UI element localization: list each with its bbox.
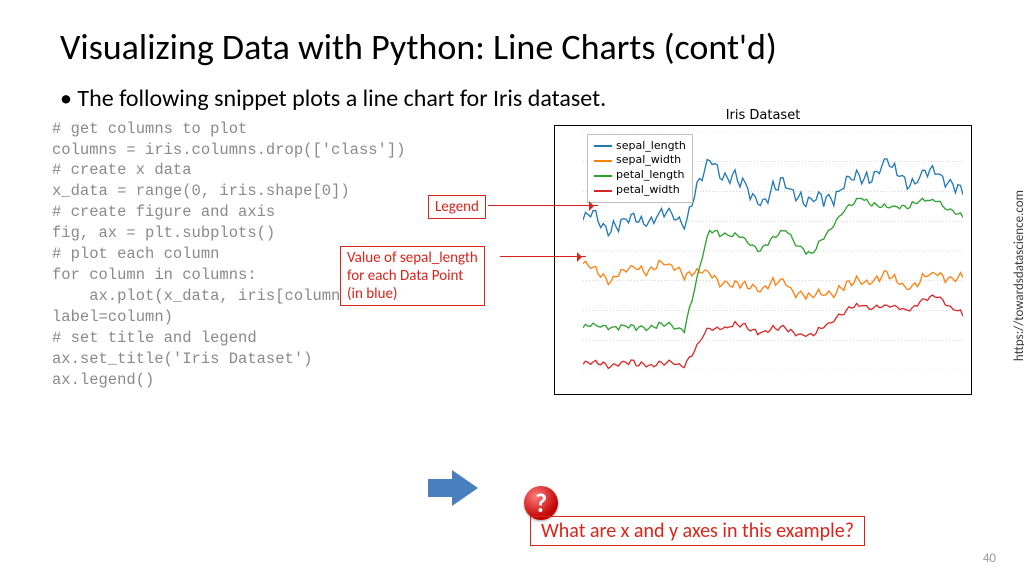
chart-title: Iris Dataset (555, 108, 971, 123)
slide-title: Visualizing Data with Python: Line Chart… (0, 0, 1024, 76)
callout-legend: Legend (428, 195, 486, 219)
legend-item: sepal_width (594, 153, 686, 168)
question-callout: What are x and y axes in this example? (530, 516, 865, 546)
legend-item: petal_width (594, 183, 686, 198)
chart-column: Iris Dataset 020406080100120140 01234567… (409, 119, 972, 391)
legend-item: petal_length (594, 168, 686, 183)
legend-item: sepal_length (594, 139, 686, 154)
line-chart: Iris Dataset 020406080100120140 01234567… (554, 125, 972, 395)
source-link[interactable]: https://towardsdatascience.com (1012, 190, 1024, 361)
arrow-to-series (500, 256, 586, 257)
page-number: 40 (983, 551, 996, 566)
callout-series: Value of sepal_length for each Data Poin… (340, 246, 485, 306)
chart-legend: sepal_lengthsepal_widthpetal_lengthpetal… (587, 134, 693, 203)
arrow-to-legend (488, 205, 598, 206)
next-arrow-icon (452, 470, 478, 506)
question-mark-icon: ? (524, 486, 558, 520)
